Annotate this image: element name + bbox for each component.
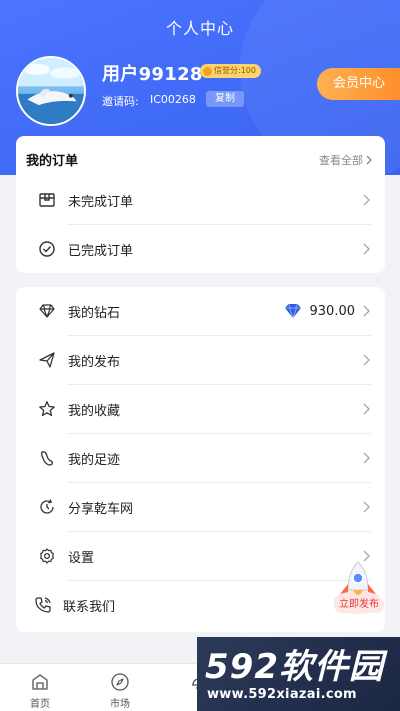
- menu-item-label: 分享乾车网: [68, 501, 134, 517]
- chevron-right-icon: [361, 451, 371, 465]
- publish-now-label[interactable]: 立即发布: [334, 597, 384, 613]
- send-icon: [38, 351, 56, 369]
- menu-item-publish[interactable]: 我的发布: [16, 336, 385, 384]
- chevron-right-icon: [361, 402, 371, 416]
- menu-item-diamonds[interactable]: 我的钻石 930.00: [16, 287, 385, 335]
- orders-card: 我的订单 查看全部 未完成订单 已完成订单: [16, 136, 385, 273]
- page-title: 个人中心: [165, 19, 234, 38]
- footprint-icon: [38, 449, 56, 467]
- view-all-orders-link[interactable]: 查看全部: [319, 152, 373, 168]
- chevron-right-icon: [361, 304, 371, 318]
- home-icon: [32, 674, 48, 690]
- menu-item-label: 我的足迹: [68, 452, 121, 468]
- menu-item-share[interactable]: 分享乾车网: [16, 483, 385, 531]
- blue-diamond-icon: [284, 303, 301, 319]
- diamond-icon: [38, 302, 56, 320]
- watermark-logo: 592软件园: [205, 647, 384, 687]
- menu-item-favorites[interactable]: 我的收藏: [16, 385, 385, 433]
- phone-icon: [34, 596, 52, 614]
- diamond-value: 930.00: [309, 303, 356, 319]
- menu-item-label: 我的发布: [68, 354, 121, 370]
- tab-label: 首页: [30, 699, 50, 710]
- copy-button[interactable]: 复制: [206, 91, 244, 107]
- view-all-label: 查看全部: [319, 154, 363, 167]
- share-icon: [38, 498, 56, 516]
- avatar-image: [18, 58, 84, 124]
- invite-label: 邀请码:: [102, 95, 139, 108]
- credit-badge: 信誉分:100: [200, 64, 261, 78]
- diamond-balance: 930.00: [284, 303, 356, 319]
- tab-label: 市场: [110, 699, 130, 710]
- menu-item-label: 设置: [68, 550, 95, 566]
- star-icon: [38, 400, 56, 418]
- order-row-label: 未完成订单: [68, 194, 134, 210]
- check-circle-icon: [38, 240, 56, 258]
- compass-icon: [111, 673, 129, 691]
- menu-item-label: 我的收藏: [68, 403, 121, 419]
- credit-icon: [203, 66, 212, 76]
- chevron-right-icon: [361, 500, 371, 514]
- tab-home[interactable]: 首页: [0, 664, 80, 711]
- chevron-right-icon: [361, 353, 371, 367]
- orders-title: 我的订单: [26, 154, 79, 169]
- order-row-completed[interactable]: 已完成订单: [16, 225, 385, 273]
- chevron-right-icon: [361, 242, 371, 256]
- avatar[interactable]: [16, 56, 86, 126]
- menu-item-label: 我的钻石: [68, 305, 121, 321]
- credit-text: 信誉分:100: [214, 66, 256, 75]
- order-row-label: 已完成订单: [68, 243, 134, 259]
- watermark-url: www.592xiazai.com: [207, 687, 357, 702]
- username: 用户99128: [102, 64, 203, 85]
- tab-market[interactable]: 市场: [80, 664, 160, 711]
- member-center-button[interactable]: 会员中心: [317, 68, 400, 100]
- watermark: 592软件园 www.592xiazai.com: [197, 637, 400, 711]
- invite-code: IC00268: [150, 93, 196, 106]
- order-row-incomplete[interactable]: 未完成订单: [16, 176, 385, 224]
- menu-item-label: 联系我们: [63, 599, 116, 615]
- package-icon: [38, 191, 56, 209]
- chevron-right-icon: [366, 155, 372, 165]
- chevron-right-icon: [361, 193, 371, 207]
- menu-item-footprints[interactable]: 我的足迹: [16, 434, 385, 482]
- gear-icon: [38, 547, 56, 565]
